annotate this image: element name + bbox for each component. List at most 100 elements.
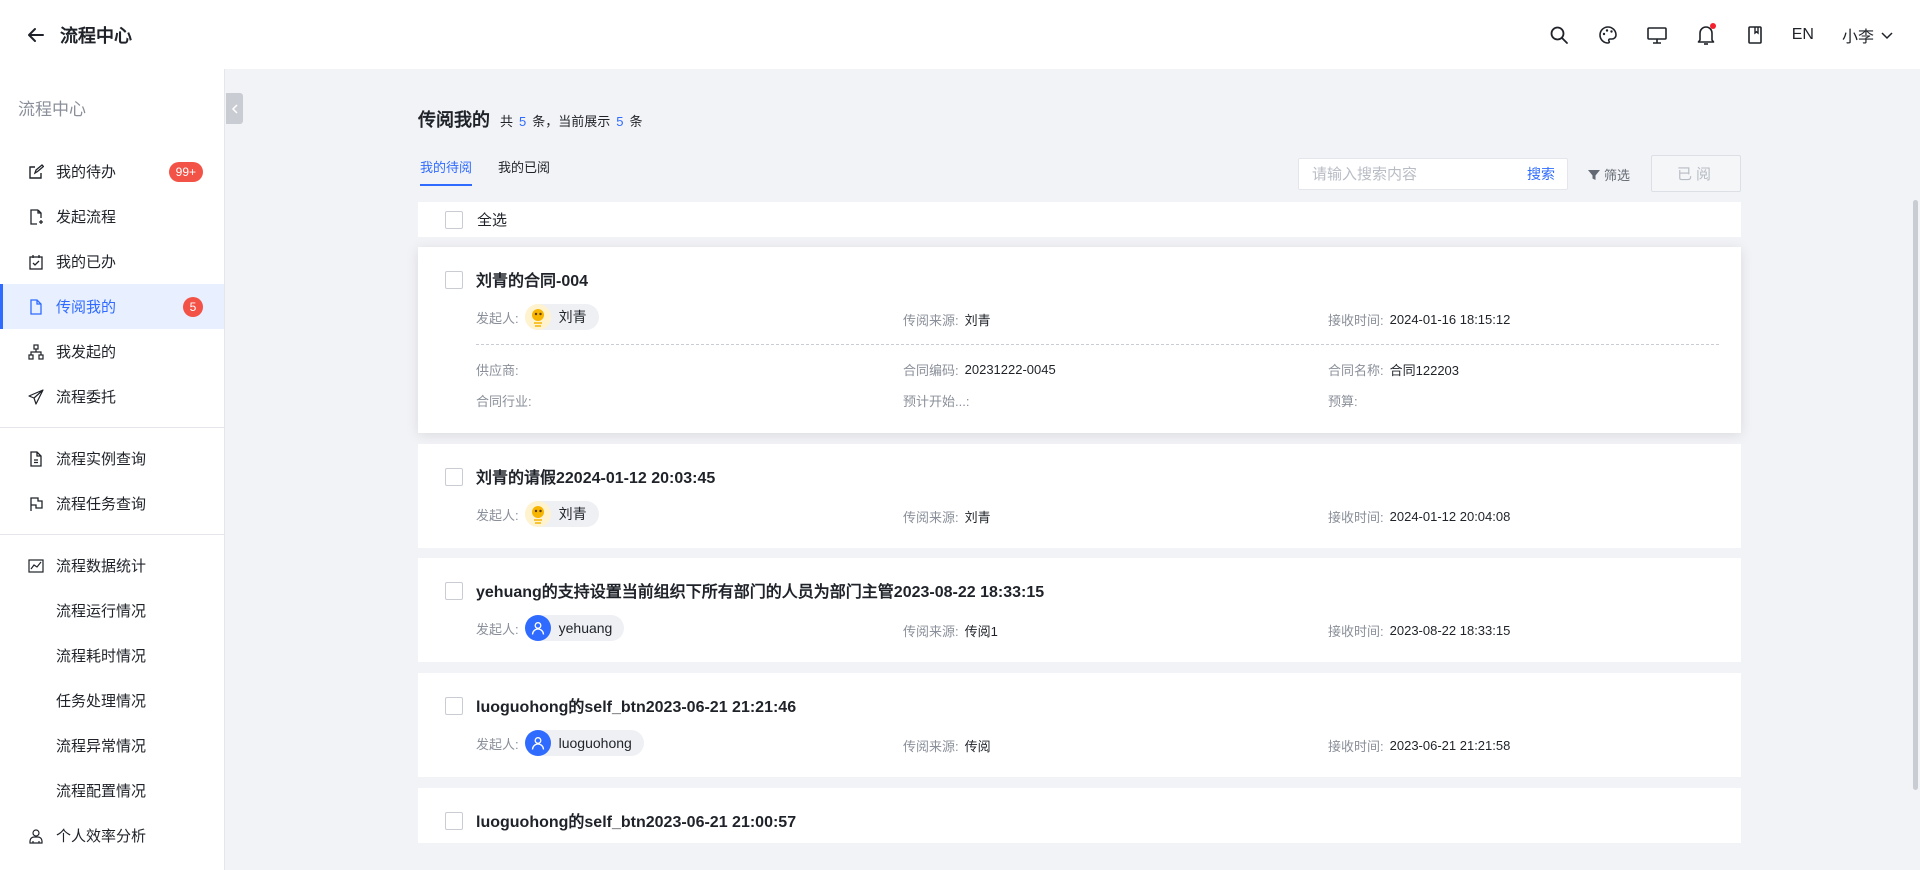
user-name: 小李 bbox=[1841, 28, 1874, 46]
sidebar-item-efficiency[interactable]: 个人效率分析 bbox=[0, 813, 224, 858]
sidebar-item-delegate[interactable]: 流程委托 bbox=[0, 374, 224, 419]
item-title[interactable]: 刘青的合同-004 bbox=[476, 267, 588, 291]
list-item[interactable]: yehuang的支持设置当前组织下所有部门的人员为部门主管2023-08-22 … bbox=[418, 558, 1741, 662]
sidebar-item-start-process[interactable]: 发起流程 bbox=[0, 194, 224, 239]
sidebar-item-label: 流程实例查询 bbox=[56, 451, 147, 468]
initiator-name: 刘青 bbox=[558, 309, 587, 325]
list-item[interactable]: 刘青的请假22024-01-12 20:03:45 发起人: 刘青 传阅来源: … bbox=[418, 444, 1741, 548]
item-checkbox[interactable] bbox=[445, 582, 463, 600]
item-checkbox[interactable] bbox=[445, 271, 463, 289]
field-value: 2023-06-21 21:21:58 bbox=[1389, 738, 1511, 753]
record-count: 共 5 条，当前展示 5 条 bbox=[500, 111, 643, 130]
sidebar-item-initiated[interactable]: 我发起的 bbox=[0, 329, 224, 374]
industry-field: 合同行业: bbox=[476, 391, 532, 410]
list-item[interactable]: 刘青的合同-004 发起人: 刘青 传阅来源: 刘青 接收时间: 2024-01… bbox=[418, 247, 1741, 433]
field-label: 合同行业: bbox=[476, 394, 532, 409]
sidebar-item-task-query[interactable]: 流程任务查询 bbox=[0, 481, 224, 526]
notification-dot bbox=[1709, 22, 1716, 29]
sidebar-item-label: 个人效率分析 bbox=[56, 828, 147, 845]
time-field: 接收时间: 2024-01-12 20:04:08 bbox=[1328, 507, 1510, 526]
flag-icon bbox=[28, 496, 44, 512]
scrollbar[interactable] bbox=[1913, 200, 1918, 790]
item-title[interactable]: luoguohong的self_btn2023-06-21 21:00:57 bbox=[476, 808, 796, 832]
count-suffix: 条 bbox=[629, 114, 643, 129]
field-value: 传阅 bbox=[964, 739, 991, 754]
field-label: 传阅来源: bbox=[903, 313, 959, 328]
book-icon[interactable] bbox=[1743, 23, 1767, 47]
field-label: 接收时间: bbox=[1328, 510, 1384, 525]
palette-icon[interactable] bbox=[1596, 23, 1620, 47]
sidebar-collapse-button[interactable] bbox=[226, 93, 243, 124]
cc-count-badge: 5 bbox=[183, 297, 203, 317]
search-input[interactable] bbox=[1299, 159, 1527, 189]
source-field: 传阅来源: 传阅 bbox=[903, 736, 991, 755]
field-value: 2023-08-22 18:33:15 bbox=[1389, 623, 1511, 638]
send-icon bbox=[28, 388, 44, 405]
field-label: 发起人: bbox=[476, 507, 519, 523]
user-menu[interactable]: 小李 bbox=[1842, 23, 1894, 47]
user-icon bbox=[524, 730, 551, 756]
filter-icon bbox=[1588, 169, 1600, 180]
sidebar-divider bbox=[0, 534, 224, 535]
avatar bbox=[524, 501, 551, 527]
time-field: 接收时间: 2024-01-16 18:15:12 bbox=[1328, 310, 1510, 329]
field-value: 刘青 bbox=[964, 510, 991, 525]
list-item[interactable]: luoguohong的self_btn2023-06-21 21:21:46 发… bbox=[418, 673, 1741, 777]
filter-button[interactable]: 筛选 bbox=[1588, 165, 1630, 184]
field-label: 传阅来源: bbox=[903, 739, 959, 754]
sidebar-item-task-handling[interactable]: 任务处理情况 bbox=[0, 678, 224, 723]
search-icon[interactable] bbox=[1547, 23, 1571, 47]
language-switch[interactable]: EN bbox=[1792, 26, 1814, 44]
sidebar-menu: 我的待办 99+ 发起流程 我的已办 传阅我的 5 我发起的 流程委托 流程实例… bbox=[0, 149, 224, 858]
field-value: 2024-01-16 18:15:12 bbox=[1389, 312, 1511, 327]
field-label: 发起人: bbox=[476, 621, 519, 637]
chevron-down-icon bbox=[1881, 31, 1893, 39]
budget-field: 预算: bbox=[1328, 391, 1358, 410]
start-date-field: 预计开始...: bbox=[903, 391, 969, 410]
sidebar-item-cc-me[interactable]: 传阅我的 5 bbox=[0, 284, 224, 329]
tab-already-read[interactable]: 我的已阅 bbox=[498, 157, 550, 186]
sidebar-item-statistics[interactable]: 流程数据统计 bbox=[0, 543, 224, 588]
user-stats-icon bbox=[28, 828, 44, 844]
sidebar-item-config[interactable]: 流程配置情况 bbox=[0, 768, 224, 813]
sidebar-item-todo[interactable]: 我的待办 99+ bbox=[0, 149, 224, 194]
item-title[interactable]: luoguohong的self_btn2023-06-21 21:21:46 bbox=[476, 693, 796, 717]
time-field: 接收时间: 2023-06-21 21:21:58 bbox=[1328, 736, 1510, 755]
field-value: 2024-01-12 20:04:08 bbox=[1389, 509, 1511, 524]
app-title: 流程中心 bbox=[60, 25, 132, 46]
sidebar-item-instance-query[interactable]: 流程实例查询 bbox=[0, 436, 224, 481]
initiator-field: 发起人: luoguohong bbox=[476, 730, 644, 756]
initiator-name: yehuang bbox=[558, 620, 613, 636]
supplier-field: 供应商: bbox=[476, 360, 519, 379]
field-value: 20231222-0045 bbox=[964, 362, 1056, 377]
list-item[interactable]: luoguohong的self_btn2023-06-21 21:00:57 bbox=[418, 788, 1741, 843]
bell-icon[interactable] bbox=[1694, 22, 1718, 47]
sidebar-item-exceptions[interactable]: 流程异常情况 bbox=[0, 723, 224, 768]
item-checkbox[interactable] bbox=[445, 697, 463, 715]
sidebar-title: 流程中心 bbox=[18, 100, 86, 119]
sidebar-item-duration[interactable]: 流程耗时情况 bbox=[0, 633, 224, 678]
count-mid: 条，当前展示 bbox=[532, 114, 611, 129]
field-value: 刘青 bbox=[964, 313, 991, 328]
search-button[interactable]: 搜索 bbox=[1527, 164, 1555, 184]
sidebar-item-label: 流程耗时情况 bbox=[56, 648, 147, 665]
back-arrow-icon[interactable] bbox=[24, 23, 48, 47]
sidebar-item-label: 流程委托 bbox=[56, 389, 117, 406]
tab-pending-read[interactable]: 我的待阅 bbox=[420, 157, 473, 186]
item-checkbox[interactable] bbox=[445, 468, 463, 486]
select-all-label: 全选 bbox=[477, 212, 508, 229]
page-heading: 传阅我的 共 5 条，当前展示 5 条 bbox=[418, 106, 643, 132]
select-all-checkbox[interactable] bbox=[445, 210, 463, 229]
initiator-field: 发起人: 刘青 bbox=[476, 501, 599, 527]
mark-read-button[interactable]: 已阅 bbox=[1651, 155, 1741, 192]
item-title[interactable]: 刘青的请假22024-01-12 20:03:45 bbox=[476, 464, 715, 488]
card-divider bbox=[476, 344, 1719, 345]
source-field: 传阅来源: 刘青 bbox=[903, 310, 991, 329]
item-checkbox[interactable] bbox=[445, 812, 463, 830]
monitor-icon[interactable] bbox=[1645, 23, 1669, 47]
initiator-field: 发起人: yehuang bbox=[476, 615, 625, 641]
item-title[interactable]: yehuang的支持设置当前组织下所有部门的人员为部门主管2023-08-22 … bbox=[476, 578, 1044, 602]
sidebar-item-done[interactable]: 我的已办 bbox=[0, 239, 224, 284]
file-add-icon bbox=[28, 208, 44, 225]
sidebar-item-run-status[interactable]: 流程运行情况 bbox=[0, 588, 224, 633]
